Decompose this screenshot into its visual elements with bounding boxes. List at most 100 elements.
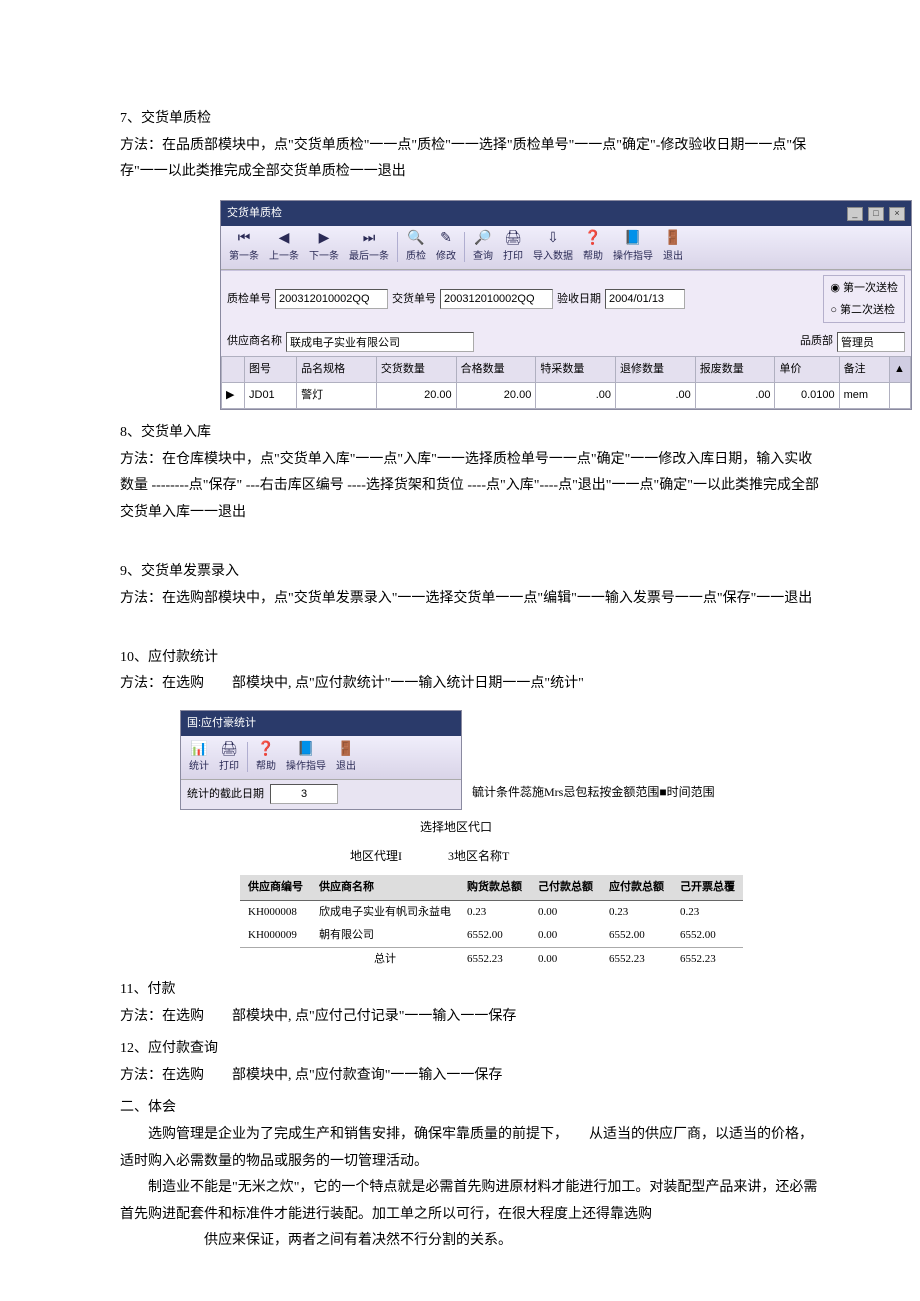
- sup-name-header: 供应商名称: [311, 875, 459, 900]
- second-check-radio[interactable]: ○第二次送检: [830, 300, 898, 321]
- sec10-method: 方法：在选购 部模块中, 点"应付款统计"一一输入统计日期一一点"统计": [120, 671, 820, 698]
- print-icon: 🖨: [219, 739, 239, 757]
- query-button[interactable]: 🔎查询: [469, 228, 497, 267]
- last-button[interactable]: ⏭最后一条: [345, 228, 393, 267]
- acc-date-input[interactable]: [605, 289, 685, 309]
- last-label: 最后一条: [349, 247, 389, 266]
- stat-date-input[interactable]: [270, 784, 338, 804]
- first-check-radio[interactable]: ◉第一次送检: [830, 278, 898, 299]
- first-icon: ⏮: [234, 229, 254, 247]
- modify-icon: ✎: [436, 229, 456, 247]
- cell: 6552.00: [672, 924, 743, 947]
- tihui-title: 二、体会: [120, 1095, 820, 1122]
- total-cell: 6552.23: [459, 948, 530, 971]
- exit-icon: 🚪: [336, 739, 356, 757]
- prev-button[interactable]: ◀上一条: [265, 228, 303, 267]
- next-button[interactable]: ▶下一条: [305, 228, 343, 267]
- prev-icon: ◀: [274, 229, 294, 247]
- help-button[interactable]: ❓帮助: [579, 228, 607, 267]
- cell-tuixiu: .00: [616, 383, 696, 409]
- dept-input[interactable]: [837, 332, 905, 352]
- sec7-title: 7、交货单质检: [120, 106, 820, 133]
- import-button[interactable]: ⇩导入数据: [529, 228, 577, 267]
- cell: 0.00: [530, 901, 601, 924]
- dn-no-label: 交货单号: [392, 289, 436, 310]
- qc-button[interactable]: 🔍质检: [402, 228, 430, 267]
- cell: 6552.00: [601, 924, 672, 947]
- print-button[interactable]: 🖨打印: [499, 228, 527, 267]
- print-button[interactable]: 🖨打印: [215, 738, 243, 777]
- cell-jiaohuo: 20.00: [376, 383, 456, 409]
- col-tecai: 特采数量: [536, 357, 616, 383]
- sec11-method: 方法：在选购 部模块中, 点"应付己付记录"一一输入一一保存: [120, 1004, 820, 1031]
- sec8-title: 8、交货单入库: [120, 420, 820, 447]
- stat-btn-label: 统计: [189, 757, 209, 776]
- row-marker-icon: ▶: [222, 383, 245, 409]
- area-agent-label: 地区代理I: [350, 849, 402, 863]
- tihui-p3: 供应来保证，两者之间有着决然不行分割的关系。: [120, 1228, 820, 1255]
- stat-date-row: 统计的截此日期: [181, 780, 461, 809]
- select-area-text: 选择地区代口: [420, 816, 820, 839]
- exit-button[interactable]: 🚪退出: [659, 228, 687, 267]
- cell-tecai: .00: [536, 383, 616, 409]
- minimize-icon[interactable]: _: [847, 207, 863, 221]
- col-purchase-total: 购货款总额: [459, 875, 530, 900]
- modify-button[interactable]: ✎修改: [432, 228, 460, 267]
- stat-toolbar: 📊统计 🖨打印 ❓帮助 📘操作指导 🚪退出: [181, 736, 461, 780]
- sec11-title: 11、付款: [120, 977, 820, 1004]
- guide-label: 操作指导: [613, 247, 653, 266]
- cell-hege: 20.00: [456, 383, 536, 409]
- help-icon: ❓: [256, 739, 276, 757]
- guide-icon: 📘: [623, 229, 643, 247]
- modify-label: 修改: [436, 247, 456, 266]
- print-label: 打印: [219, 757, 239, 776]
- grid-row[interactable]: ▶ JD01 警灯 20.00 20.00 .00 .00 .00 0.0100…: [222, 383, 911, 409]
- col-jiaohuo: 交货数量: [376, 357, 456, 383]
- qc-label: 质检: [406, 247, 426, 266]
- sec8-method: 方法：在仓库模块中，点"交货单入库"一一点"入库"一一选择质检单号一一点"确定"…: [120, 447, 820, 527]
- cell-beizhu: mem: [839, 383, 889, 409]
- col-paid-total: 己付款总额: [530, 875, 601, 900]
- qc-icon: 🔍: [406, 229, 426, 247]
- total-cell: 0.00: [530, 948, 601, 971]
- qc-no-input[interactable]: [275, 289, 388, 309]
- payable-total-row: 总计 6552.23 0.00 6552.23 6552.23: [240, 948, 743, 971]
- col-payable-total: 应付款总额: [601, 875, 672, 900]
- cell: 0.23: [672, 901, 743, 924]
- maximize-icon[interactable]: □: [868, 207, 884, 221]
- stat-condition-text: 毓计条件蕊施Mrs忌包耘按金额范围■时间范围: [472, 781, 715, 810]
- first-label: 第一条: [229, 247, 259, 266]
- stat-date-label: 统计的截此日期: [187, 784, 264, 805]
- exit-button[interactable]: 🚪退出: [332, 738, 360, 777]
- sup-name: 朝有限公司: [311, 924, 459, 947]
- scroll-up-icon[interactable]: ▲: [890, 357, 911, 383]
- acc-date-label: 验收日期: [557, 289, 601, 310]
- guide-button[interactable]: 📘操作指导: [282, 738, 330, 777]
- cell: 0.00: [530, 924, 601, 947]
- help-button[interactable]: ❓帮助: [252, 738, 280, 777]
- dn-no-input[interactable]: [440, 289, 553, 309]
- exit-label: 退出: [336, 757, 356, 776]
- guide-button[interactable]: 📘操作指导: [609, 228, 657, 267]
- sup-code: KH000009: [240, 924, 311, 947]
- first-button[interactable]: ⏮第一条: [225, 228, 263, 267]
- total-label: 总计: [311, 948, 459, 971]
- payable-table: 供应商编号 供应商名称 购货款总额 己付款总额 应付款总额 己开票总覆 KH00…: [240, 875, 820, 971]
- close-icon[interactable]: ×: [889, 207, 905, 221]
- sec10-title: 10、应付款统计: [120, 645, 820, 672]
- help-label: 帮助: [256, 757, 276, 776]
- sec9-title: 9、交货单发票录入: [120, 559, 820, 586]
- supplier-input[interactable]: [286, 332, 474, 352]
- guide-icon: 📘: [296, 739, 316, 757]
- stat-button[interactable]: 📊统计: [185, 738, 213, 777]
- send-check-group: ◉第一次送检 ○第二次送检: [823, 275, 905, 324]
- grid-header-row: 图号 品名规格 交货数量 合格数量 特采数量 退修数量 报废数量 单价 备注 ▲: [222, 357, 911, 383]
- print-label: 打印: [503, 247, 523, 266]
- qc-no-label: 质检单号: [227, 289, 271, 310]
- col-baofei: 报废数量: [695, 357, 775, 383]
- next-icon: ▶: [314, 229, 334, 247]
- stat-titlebar: 国:应付豪统计: [181, 711, 461, 736]
- sec7-method: 方法：在品质部模块中，点"交货单质检"一一点"质检"一一选择"质检单号"一一点"…: [120, 133, 820, 186]
- query-icon: 🔎: [473, 229, 493, 247]
- col-danjia: 单价: [775, 357, 839, 383]
